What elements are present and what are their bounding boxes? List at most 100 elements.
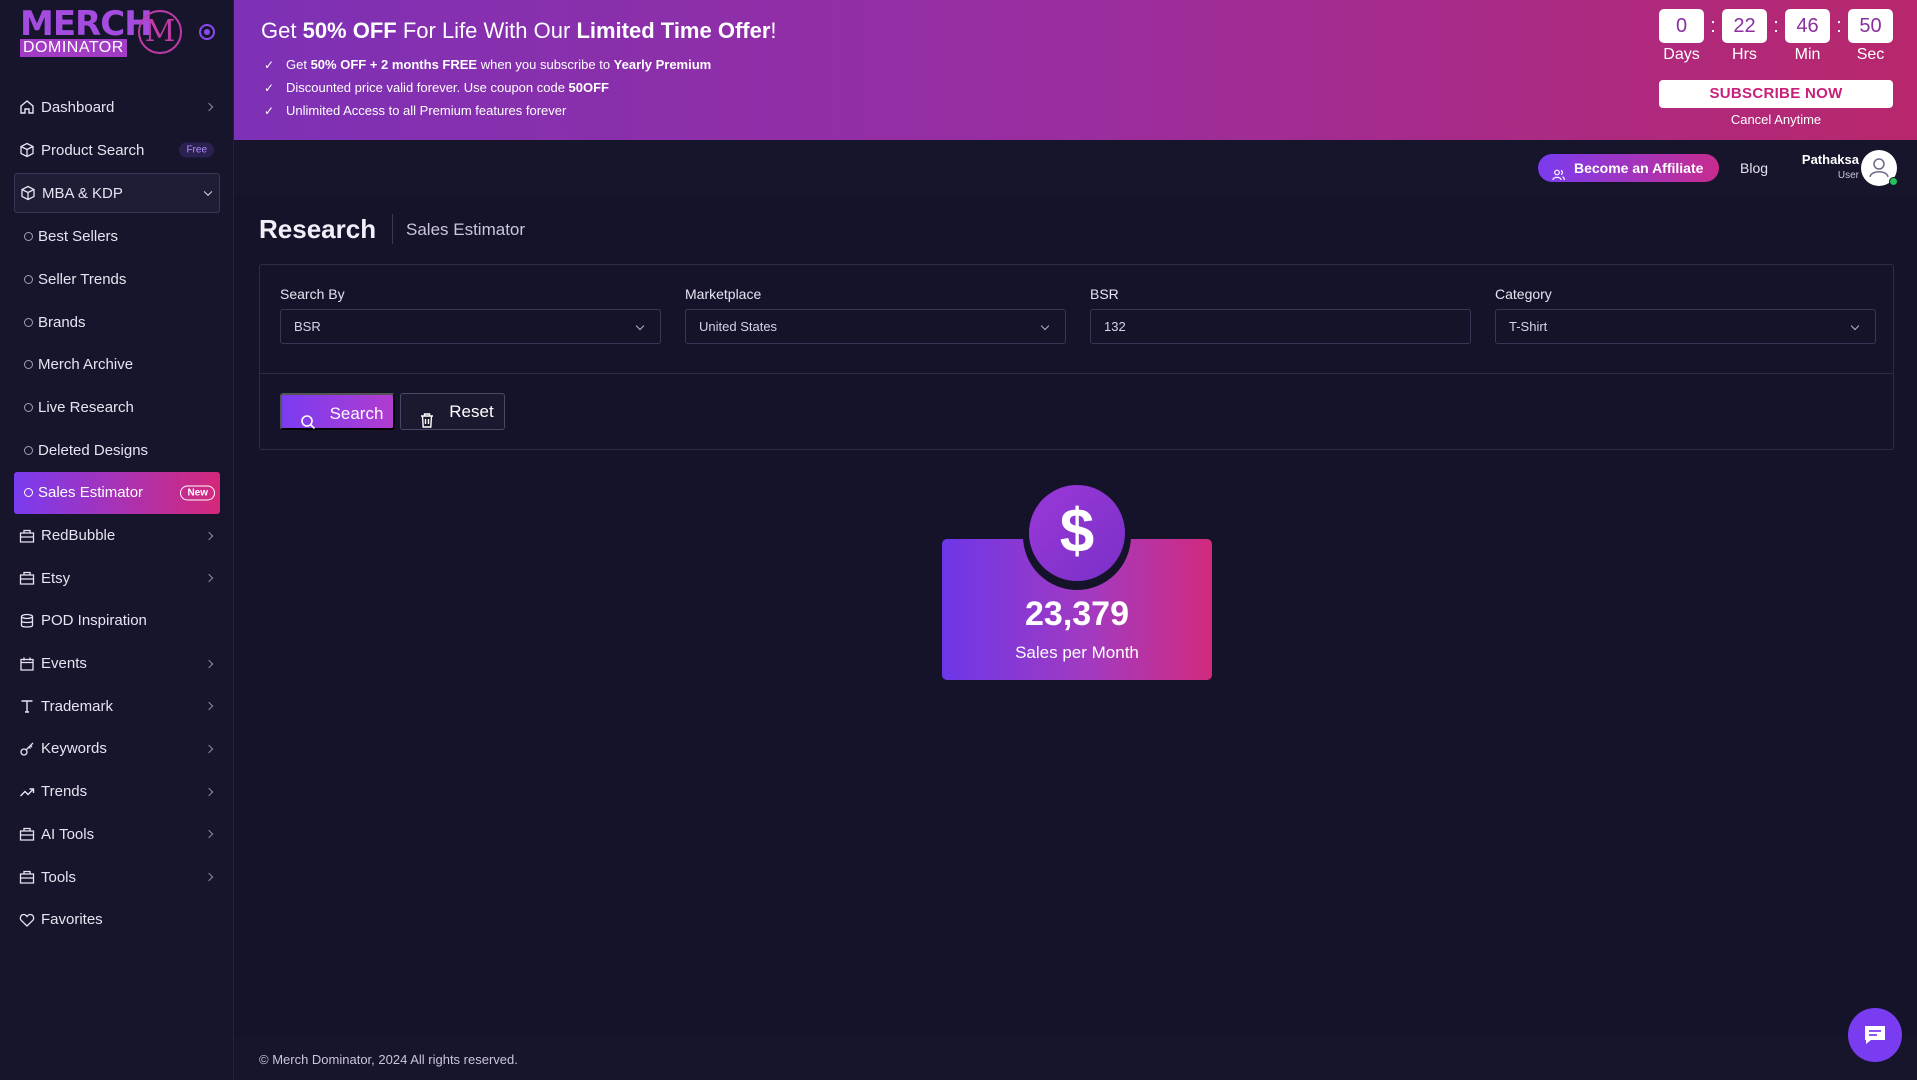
chevron-down-icon	[203, 187, 213, 197]
benefit-text: Unlimited Access to all Premium features…	[286, 103, 567, 118]
logo-mark: M	[138, 10, 182, 54]
shop-icon	[19, 826, 35, 842]
sidebar-item-sales-estimator[interactable]: Sales Estimator New	[14, 471, 220, 515]
dollar-coin: $	[1023, 482, 1131, 590]
sidebar-item-redbubble[interactable]: RedBubble	[14, 514, 220, 557]
promo-benefit: ✓ Discounted price valid forever. Use cou…	[264, 76, 711, 99]
top-bar: Become an Affiliate Blog Pathaksa User	[234, 140, 1917, 196]
circle-icon	[24, 402, 33, 412]
sidebar-item-label: Seller Trends	[38, 270, 127, 288]
countdown-label: Min	[1794, 46, 1821, 63]
chevron-down-icon	[1040, 321, 1050, 331]
box-icon	[19, 142, 35, 158]
chevron-right-icon	[204, 787, 214, 796]
sidebar-item-label: RedBubble	[41, 527, 116, 545]
sidebar-item-etsy[interactable]: Etsy	[14, 557, 220, 600]
sidebar-item-tools[interactable]: Tools	[14, 856, 220, 899]
page-title: Research	[259, 214, 377, 244]
countdown-value: 50	[1848, 9, 1893, 43]
countdown-seconds: 50 Sec	[1847, 9, 1894, 64]
search-form-card: Search By BSR Marketplace United States …	[259, 264, 1894, 450]
marketplace-select[interactable]: United States	[685, 309, 1066, 344]
sidebar-item-product-search[interactable]: Product Search Free	[14, 129, 220, 172]
logo[interactable]: MERCH DOMINATOR M	[20, 6, 185, 57]
sidebar-item-label: Trademark	[41, 697, 113, 715]
sidebar-item-events[interactable]: Events	[14, 642, 220, 685]
sales-per-month-label: Sales per Month	[1015, 643, 1139, 662]
reset-button[interactable]: Reset	[400, 393, 505, 430]
sidebar-item-label: Live Research	[38, 398, 134, 416]
user-name: Pathaksa	[1801, 152, 1859, 167]
new-badge: New	[180, 485, 215, 501]
category-select[interactable]: T-Shirt	[1495, 309, 1876, 344]
countdown-separator: :	[1836, 15, 1842, 37]
sidebar-item-best-sellers[interactable]: Best Sellers	[14, 215, 220, 258]
home-icon	[19, 99, 35, 115]
sidebar-nav: Dashboard Product Search Free MBA & KDP …	[14, 86, 220, 941]
sidebar-item-seller-trends[interactable]: Seller Trends	[14, 258, 220, 301]
sidebar-item-merch-archive[interactable]: Merch Archive	[14, 343, 220, 386]
sidebar-item-pod-inspiration[interactable]: POD Inspiration	[14, 600, 220, 643]
shop-icon	[19, 570, 35, 586]
online-status-dot	[1889, 177, 1898, 186]
sales-per-month-value: 23,379	[1025, 595, 1129, 633]
search-button[interactable]: Search	[280, 393, 395, 430]
dollar-icon: $	[1029, 485, 1125, 581]
sidebar-item-label: Best Sellers	[38, 228, 119, 246]
promo-banner: Get 50% OFF For Life With Our Limited Ti…	[234, 0, 1917, 140]
affiliate-label: Become an Affiliate	[1574, 160, 1704, 176]
bsr-input[interactable]: 132	[1090, 309, 1471, 344]
input-value: 132	[1104, 319, 1126, 334]
text-icon	[19, 698, 35, 714]
countdown-label: Sec	[1856, 46, 1885, 63]
sidebar-item-label: AI Tools	[41, 825, 95, 843]
check-icon: ✓	[264, 104, 275, 118]
sidebar-item-mba-kdp[interactable]: MBA & KDP	[14, 173, 220, 214]
sidebar-item-live-research[interactable]: Live Research	[14, 386, 220, 429]
sidebar-item-label: Merch Archive	[38, 356, 134, 374]
user-role: User	[1837, 170, 1859, 181]
search-by-select[interactable]: BSR	[280, 309, 661, 344]
countdown-timer: 0 Days : 22 Hrs : 46 Min : 50 Sec	[1658, 9, 1894, 64]
promo-benefit: ✓ Get 50% OFF + 2 months FREE when you su…	[264, 53, 711, 76]
chat-icon	[1865, 1026, 1885, 1044]
chevron-right-icon	[204, 531, 214, 540]
avatar[interactable]	[1861, 150, 1898, 186]
chat-button[interactable]	[1848, 1008, 1902, 1062]
sidebar-item-dashboard[interactable]: Dashboard	[14, 86, 220, 129]
countdown-minutes: 46 Min	[1784, 9, 1831, 64]
blog-link[interactable]: Blog	[1740, 160, 1768, 176]
countdown-value: 22	[1722, 9, 1767, 43]
sidebar: MERCH DOMINATOR M Dashboard Product Sear…	[0, 0, 234, 1080]
sidebar-item-brands[interactable]: Brands	[14, 301, 220, 344]
free-badge: Free	[179, 142, 214, 158]
bsr-field: BSR 132	[1090, 286, 1471, 344]
sidebar-item-favorites[interactable]: Favorites	[14, 898, 220, 941]
sidebar-toggle-icon[interactable]	[199, 24, 215, 40]
benefit-text: when you subscribe to	[477, 57, 614, 72]
circle-icon	[24, 232, 33, 242]
countdown-value: 0	[1659, 9, 1704, 43]
title-divider	[392, 214, 393, 244]
chevron-right-icon	[204, 659, 214, 668]
coupon-code: 50OFF	[568, 80, 610, 95]
sidebar-item-deleted-designs[interactable]: Deleted Designs	[14, 429, 220, 472]
sidebar-item-ai-tools[interactable]: AI Tools	[14, 813, 220, 856]
search-by-field: Search By BSR	[280, 286, 661, 344]
logo-text-dominator: DOMINATOR	[20, 39, 127, 57]
sidebar-item-label: Dashboard	[41, 98, 115, 116]
sidebar-item-label: Product Search	[41, 141, 145, 159]
heart-icon	[19, 912, 35, 928]
sidebar-item-keywords[interactable]: Keywords	[14, 728, 220, 771]
trash-icon	[419, 405, 435, 428]
subscribe-now-button[interactable]: SUBSCRIBE NOW	[1659, 80, 1893, 108]
sidebar-item-label: Deleted Designs	[38, 441, 149, 459]
check-icon: ✓	[264, 81, 275, 95]
become-affiliate-button[interactable]: Become an Affiliate	[1538, 154, 1720, 182]
sidebar-item-trends[interactable]: Trends	[14, 770, 220, 813]
countdown-separator: :	[1710, 15, 1716, 37]
chevron-right-icon	[204, 702, 214, 711]
sidebar-item-trademark[interactable]: Trademark	[14, 685, 220, 728]
countdown-label: Days	[1663, 46, 1700, 63]
chevron-down-icon	[635, 321, 645, 331]
